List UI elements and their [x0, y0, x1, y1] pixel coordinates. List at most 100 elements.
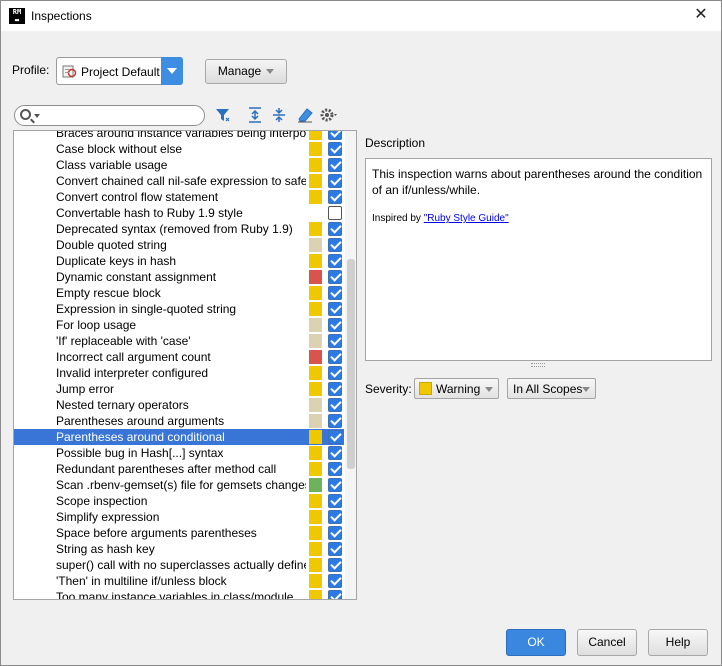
inspection-row[interactable]: Class variable usage	[14, 157, 344, 173]
inspection-row[interactable]: 'Then' in multiline if/unless block	[14, 573, 344, 589]
inspection-row[interactable]: Expression in single-quoted string	[14, 301, 344, 317]
inspection-checkbox[interactable]	[328, 334, 342, 348]
scope-dropdown[interactable]: In All Scopes	[507, 378, 596, 399]
severity-dropdown[interactable]: Warning	[414, 378, 499, 399]
vertical-scrollbar[interactable]	[345, 131, 356, 599]
inspection-checkbox[interactable]	[328, 414, 342, 428]
inspection-label: Simplify expression	[56, 510, 160, 524]
inspection-checkbox[interactable]	[328, 350, 342, 364]
inspection-checkbox[interactable]	[328, 142, 342, 156]
inspection-checkbox[interactable]	[328, 238, 342, 252]
inspection-row[interactable]: Dynamic constant assignment	[14, 269, 344, 285]
inspection-checkbox[interactable]	[328, 430, 342, 444]
inspection-checkbox[interactable]	[328, 174, 342, 188]
inspection-checkbox[interactable]	[328, 446, 342, 460]
inspection-checkbox[interactable]	[328, 510, 342, 524]
inspection-checkbox[interactable]	[328, 254, 342, 268]
inspection-checkbox[interactable]	[328, 158, 342, 172]
inspection-row[interactable]: Convert chained call nil-safe expression…	[14, 173, 344, 189]
inspection-checkbox[interactable]	[328, 494, 342, 508]
severity-color-icon	[309, 430, 322, 444]
help-button[interactable]: Help	[648, 629, 708, 656]
cancel-button[interactable]: Cancel	[577, 629, 637, 656]
inspection-row[interactable]: Deprecated syntax (removed from Ruby 1.9…	[14, 221, 344, 237]
inspection-row[interactable]: String as hash key	[14, 541, 344, 557]
profile-dropdown[interactable]: Project Default	[56, 57, 183, 85]
inspection-checkbox[interactable]	[328, 286, 342, 300]
inspection-checkbox[interactable]	[328, 270, 342, 284]
inspection-checkbox[interactable]	[328, 382, 342, 396]
severity-color-icon	[309, 174, 322, 188]
inspection-label: Parentheses around arguments	[56, 414, 225, 428]
severity-color-icon	[309, 574, 322, 588]
inspection-checkbox[interactable]	[328, 478, 342, 492]
ruby-style-guide-link[interactable]: "Ruby Style Guide"	[424, 213, 509, 224]
inspection-checkbox[interactable]	[328, 542, 342, 556]
inspection-row[interactable]: For loop usage	[14, 317, 344, 333]
title-bar: RM ▬ Inspections ✕	[1, 1, 721, 31]
inspection-row[interactable]: Scan .rbenv-gemset(s) file for gemsets c…	[14, 477, 344, 493]
inspections-tree[interactable]: Braces around instance variables being i…	[13, 130, 357, 600]
inspection-row[interactable]: Braces around instance variables being i…	[14, 131, 344, 141]
inspection-row[interactable]: 'If' replaceable with 'case'	[14, 333, 344, 349]
inspection-checkbox[interactable]	[328, 190, 342, 204]
inspection-row[interactable]: Space before arguments parentheses	[14, 525, 344, 541]
description-text: This inspection warns about parentheses …	[372, 167, 703, 197]
close-icon[interactable]: ✕	[691, 5, 711, 25]
inspection-row[interactable]: Possible bug in Hash[...] syntax	[14, 445, 344, 461]
inspection-checkbox[interactable]	[328, 398, 342, 412]
inspection-checkbox[interactable]	[328, 574, 342, 588]
inspection-row[interactable]: Double quoted string	[14, 237, 344, 253]
inspection-checkbox[interactable]	[328, 302, 342, 316]
inspection-label: Class variable usage	[56, 158, 168, 172]
expand-all-icon[interactable]	[245, 105, 265, 125]
inspection-checkbox[interactable]	[328, 206, 342, 220]
collapse-all-icon[interactable]	[269, 105, 289, 125]
description-label: Description	[365, 136, 426, 150]
ok-button[interactable]: OK	[506, 629, 566, 656]
inspection-checkbox[interactable]	[328, 590, 342, 599]
inspection-checkbox[interactable]	[328, 131, 342, 140]
severity-color-icon	[309, 158, 322, 172]
scrollbar-thumb[interactable]	[347, 259, 355, 469]
inspection-row[interactable]: Invalid interpreter configured	[14, 365, 344, 381]
inspection-row[interactable]: Redundant parentheses after method call	[14, 461, 344, 477]
inspection-checkbox[interactable]	[328, 366, 342, 380]
manage-button[interactable]: Manage	[205, 59, 287, 84]
chevron-down-icon[interactable]	[161, 57, 183, 85]
search-input[interactable]	[14, 105, 205, 126]
inspection-row[interactable]: Simplify expression	[14, 509, 344, 525]
inspection-checkbox[interactable]	[328, 462, 342, 476]
severity-color-icon	[309, 462, 322, 476]
inspection-label: Invalid interpreter configured	[56, 366, 209, 380]
settings-gear-icon[interactable]	[319, 105, 341, 125]
severity-label: Severity:	[365, 382, 412, 396]
inspection-row[interactable]: Nested ternary operators	[14, 397, 344, 413]
severity-color-icon	[309, 590, 322, 599]
inspection-row[interactable]: Parentheses around conditional	[14, 429, 344, 445]
filter-icon[interactable]	[213, 105, 233, 125]
inspection-row[interactable]: Jump error	[14, 381, 344, 397]
inspection-row[interactable]: Convert control flow statement	[14, 189, 344, 205]
inspection-row[interactable]: Incorrect call argument count	[14, 349, 344, 365]
splitter-grip[interactable]	[531, 363, 545, 367]
inspection-row[interactable]: Empty rescue block	[14, 285, 344, 301]
inspection-row[interactable]: Parentheses around arguments	[14, 413, 344, 429]
inspection-label: Dynamic constant assignment	[56, 270, 217, 284]
inspection-checkbox[interactable]	[328, 526, 342, 540]
inspection-checkbox[interactable]	[328, 318, 342, 332]
inspection-checkbox[interactable]	[328, 222, 342, 236]
inspection-row[interactable]: super() call with no superclasses actual…	[14, 557, 344, 573]
inspection-row[interactable]: Too many instance variables in class/mod…	[14, 589, 344, 599]
inspection-row[interactable]: Duplicate keys in hash	[14, 253, 344, 269]
severity-color-icon	[309, 494, 322, 508]
inspection-row[interactable]: Convertable hash to Ruby 1.9 style	[14, 205, 344, 221]
severity-color-icon	[309, 398, 322, 412]
inspection-label: Parentheses around conditional	[56, 430, 225, 444]
search-options-caret-icon[interactable]	[34, 114, 40, 118]
inspection-row[interactable]: Scope inspection	[14, 493, 344, 509]
inspection-row[interactable]: Case block without else	[14, 141, 344, 157]
inspection-label: Convertable hash to Ruby 1.9 style	[56, 206, 243, 220]
inspection-checkbox[interactable]	[328, 558, 342, 572]
reset-eraser-icon[interactable]	[295, 105, 315, 125]
